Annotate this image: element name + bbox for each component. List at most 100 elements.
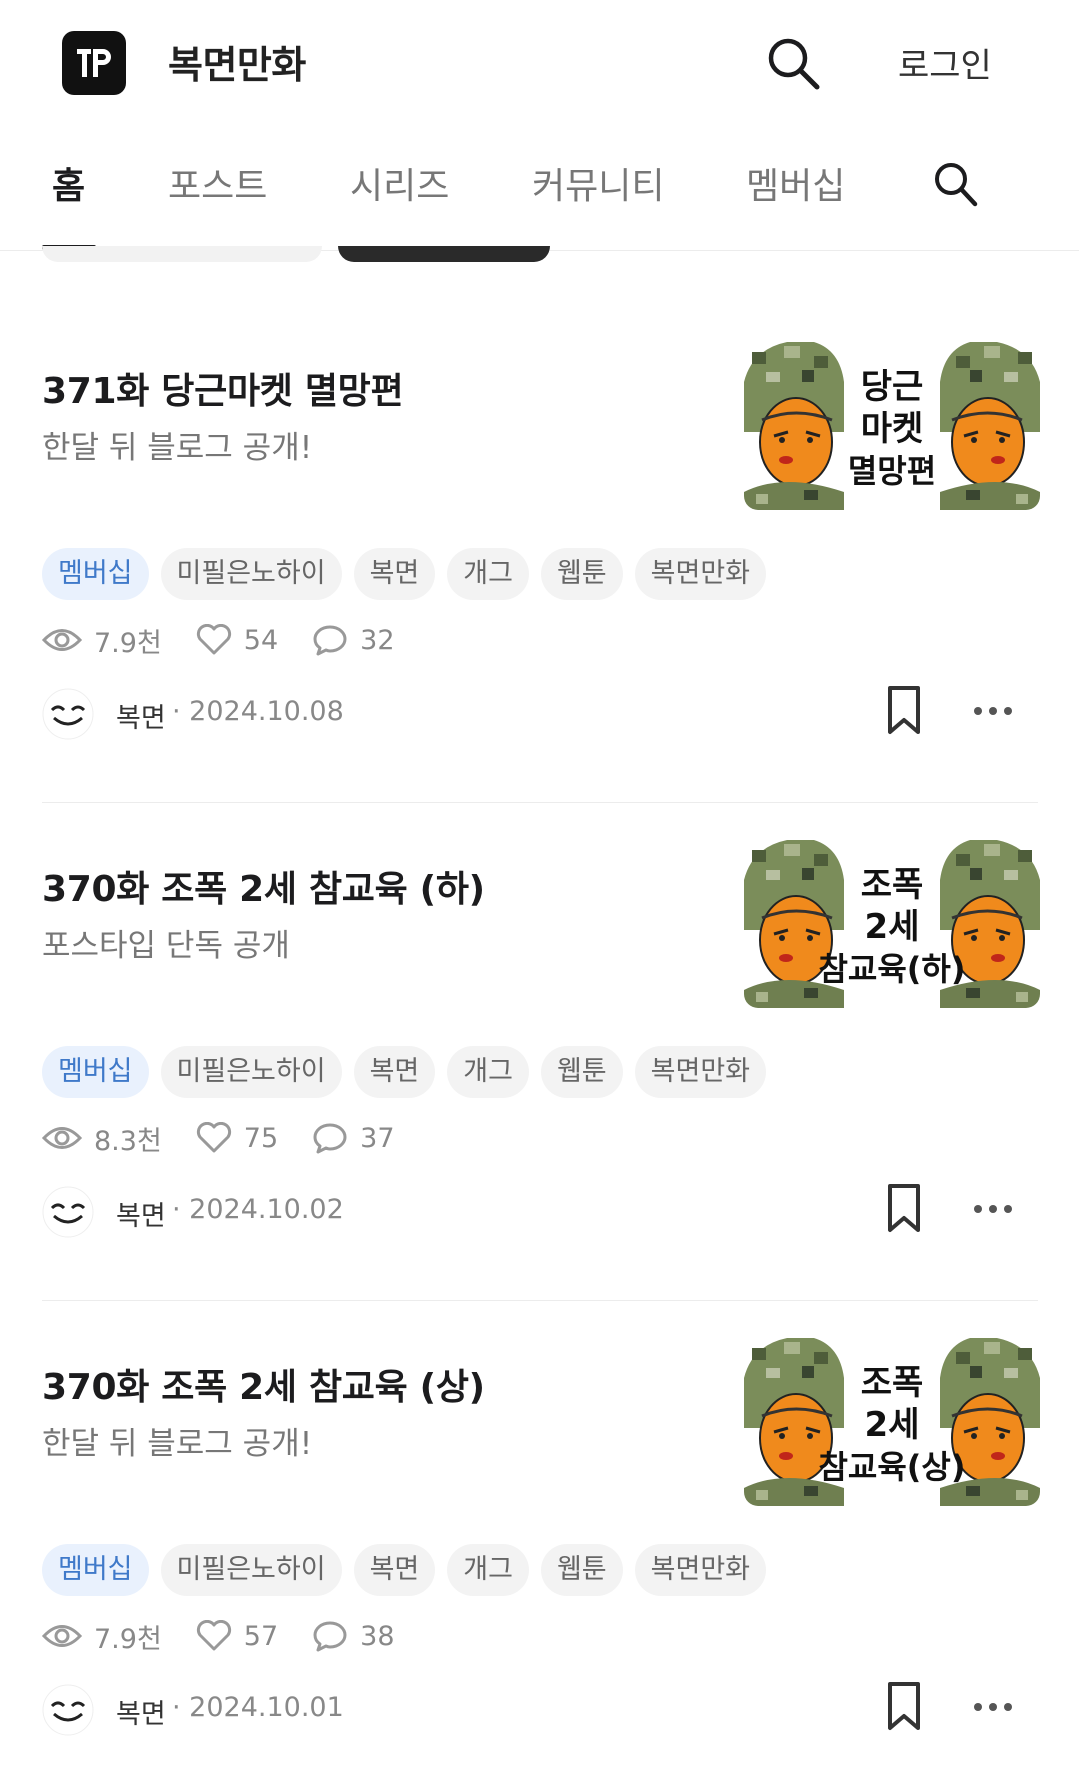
author-name[interactable]: 복면 (116, 1692, 166, 1731)
author-name[interactable]: 복면 (116, 696, 166, 735)
tag-chip[interactable]: 복면만화 (634, 1544, 767, 1596)
search-icon[interactable] (930, 157, 980, 211)
tag-list: 멤버십 미필은노하이 복면 개그 웹툰 복면만화 (42, 548, 767, 600)
thumbnail-line-2: 2세 (865, 1405, 920, 1445)
tag-chip[interactable]: 웹툰 (540, 1544, 623, 1596)
thumbnail-line-1: 당근 (861, 367, 924, 407)
eye-icon (42, 1127, 82, 1149)
post-thumbnail[interactable]: 당근 마켓 멸망편 (744, 342, 1040, 510)
avatar[interactable] (42, 1684, 94, 1736)
view-count: 7.9천 (42, 621, 162, 660)
tag-chip[interactable]: 복면 (353, 1046, 436, 1098)
tab-home[interactable]: 홈 (52, 157, 85, 209)
tab-posts[interactable]: 포스트 (168, 157, 267, 209)
tag-chip[interactable]: 복면만화 (634, 548, 767, 600)
membership-tag[interactable]: 멤버십 (42, 1544, 149, 1596)
tag-chip[interactable]: 미필은노하이 (160, 1046, 342, 1098)
post-subtitle: 한달 뒤 블로그 공개! (42, 1426, 313, 1462)
thumbnail-line-1: 조폭 (861, 1363, 924, 1403)
bookmark-icon[interactable] (884, 684, 924, 736)
view-count: 8.3천 (42, 1119, 162, 1158)
author-row: 복면 · 2024.10.01 (42, 1680, 1038, 1740)
post-thumbnail[interactable]: 조폭 2세 참교육(하) (744, 840, 1040, 1008)
view-count: 7.9천 (42, 1617, 162, 1656)
view-count-value: 7.9천 (94, 627, 162, 659)
like-count-value: 75 (243, 1122, 279, 1154)
thumbnail-image: 조폭 2세 참교육(하) (744, 840, 1040, 1008)
author-row: 복면 · 2024.10.08 (42, 684, 1038, 744)
view-count-value: 8.3천 (94, 1125, 162, 1157)
more-options-icon[interactable] (970, 1692, 1016, 1722)
tag-chip[interactable]: 웹툰 (540, 548, 623, 600)
bookmark-icon[interactable] (884, 1680, 924, 1732)
post-stats: 8.3천 75 37 (42, 1116, 429, 1160)
eye-icon (42, 1625, 82, 1647)
tag-chip[interactable]: 웹툰 (540, 1046, 623, 1098)
tag-chip[interactable]: 미필은노하이 (160, 1544, 342, 1596)
tag-chip[interactable]: 개그 (447, 1544, 529, 1596)
thumbnail-line-3: 멸망편 (848, 452, 936, 490)
post-title[interactable]: 370화 조폭 2세 참교육 (상) (42, 1358, 485, 1410)
divider (42, 1300, 1038, 1301)
nav-tabs: 홈 포스트 시리즈 커뮤니티 멤버십 (0, 125, 1079, 251)
post-stats: 7.9천 57 38 (42, 1614, 429, 1658)
post-stats: 7.9천 54 32 (42, 618, 429, 662)
heart-icon[interactable] (196, 624, 232, 656)
filter-chip[interactable] (42, 246, 322, 262)
site-title[interactable]: 복면만화 (168, 34, 306, 89)
tab-series[interactable]: 시리즈 (350, 157, 449, 209)
comment-count[interactable]: 37 (312, 1122, 395, 1154)
membership-tag[interactable]: 멤버십 (42, 548, 149, 600)
tag-chip[interactable]: 복면만화 (634, 1046, 767, 1098)
bookmark-icon[interactable] (884, 1182, 924, 1234)
post-card[interactable]: 371화 당근마켓 멸망편 한달 뒤 블로그 공개! 당근 마켓 멸망편 멤버십… (0, 342, 1079, 860)
tag-list: 멤버십 미필은노하이 복면 개그 웹툰 복면만화 (42, 1544, 767, 1596)
more-options-icon[interactable] (970, 696, 1016, 726)
post-date: · 2024.10.01 (172, 1692, 344, 1723)
thumbnail-line-1: 조폭 (861, 865, 924, 905)
tag-chip[interactable]: 복면 (353, 548, 436, 600)
tag-chip[interactable]: 미필은노하이 (160, 548, 342, 600)
tag-chip[interactable]: 개그 (447, 548, 529, 600)
more-options-icon[interactable] (970, 1194, 1016, 1224)
author-row: 복면 · 2024.10.02 (42, 1182, 1038, 1242)
filter-chip-selected[interactable] (338, 246, 550, 262)
tab-membership[interactable]: 멤버십 (746, 157, 845, 209)
like-count[interactable]: 75 (196, 1122, 278, 1154)
comment-icon[interactable] (312, 1620, 348, 1652)
post-card[interactable]: 370화 조폭 2세 참교육 (상) 한달 뒤 블로그 공개! 조폭 2세 참교… (0, 1338, 1079, 1780)
tab-community[interactable]: 커뮤니티 (532, 157, 664, 209)
post-date: · 2024.10.02 (172, 1194, 344, 1225)
heart-icon[interactable] (196, 1620, 232, 1652)
comment-count[interactable]: 32 (312, 624, 395, 656)
post-title[interactable]: 370화 조폭 2세 참교육 (하) (42, 860, 485, 912)
thumbnail-image: 당근 마켓 멸망편 (744, 342, 1040, 510)
comment-icon[interactable] (312, 624, 348, 656)
avatar[interactable] (42, 1186, 94, 1238)
post-subtitle: 포스타입 단독 공개 (42, 928, 290, 964)
comment-icon[interactable] (312, 1122, 348, 1154)
post-title[interactable]: 371화 당근마켓 멸망편 (42, 362, 404, 414)
tag-chip[interactable]: 개그 (447, 1046, 529, 1098)
like-count[interactable]: 57 (196, 1620, 278, 1652)
heart-icon[interactable] (196, 1122, 232, 1154)
divider (42, 802, 1038, 803)
tp-logo-icon[interactable] (62, 31, 126, 95)
login-button[interactable]: 로그인 (898, 38, 992, 87)
post-date: · 2024.10.08 (172, 696, 344, 727)
thumbnail-line-3: 참교육(상) (818, 1448, 965, 1486)
avatar[interactable] (42, 688, 94, 740)
top-header: 복면만화 로그인 (0, 0, 1079, 125)
like-count[interactable]: 54 (196, 624, 278, 656)
author-name[interactable]: 복면 (116, 1194, 166, 1233)
post-card[interactable]: 370화 조폭 2세 참교육 (하) 포스타입 단독 공개 조폭 2세 참교육(… (0, 840, 1079, 1358)
comment-count-value: 32 (360, 624, 395, 656)
comment-count-value: 38 (360, 1620, 395, 1652)
view-count-value: 7.9천 (94, 1623, 162, 1655)
post-subtitle: 한달 뒤 블로그 공개! (42, 430, 313, 466)
search-icon[interactable] (764, 34, 824, 94)
comment-count[interactable]: 38 (312, 1620, 395, 1652)
post-thumbnail[interactable]: 조폭 2세 참교육(상) (744, 1338, 1040, 1506)
tag-chip[interactable]: 복면 (353, 1544, 436, 1596)
membership-tag[interactable]: 멤버십 (42, 1046, 149, 1098)
